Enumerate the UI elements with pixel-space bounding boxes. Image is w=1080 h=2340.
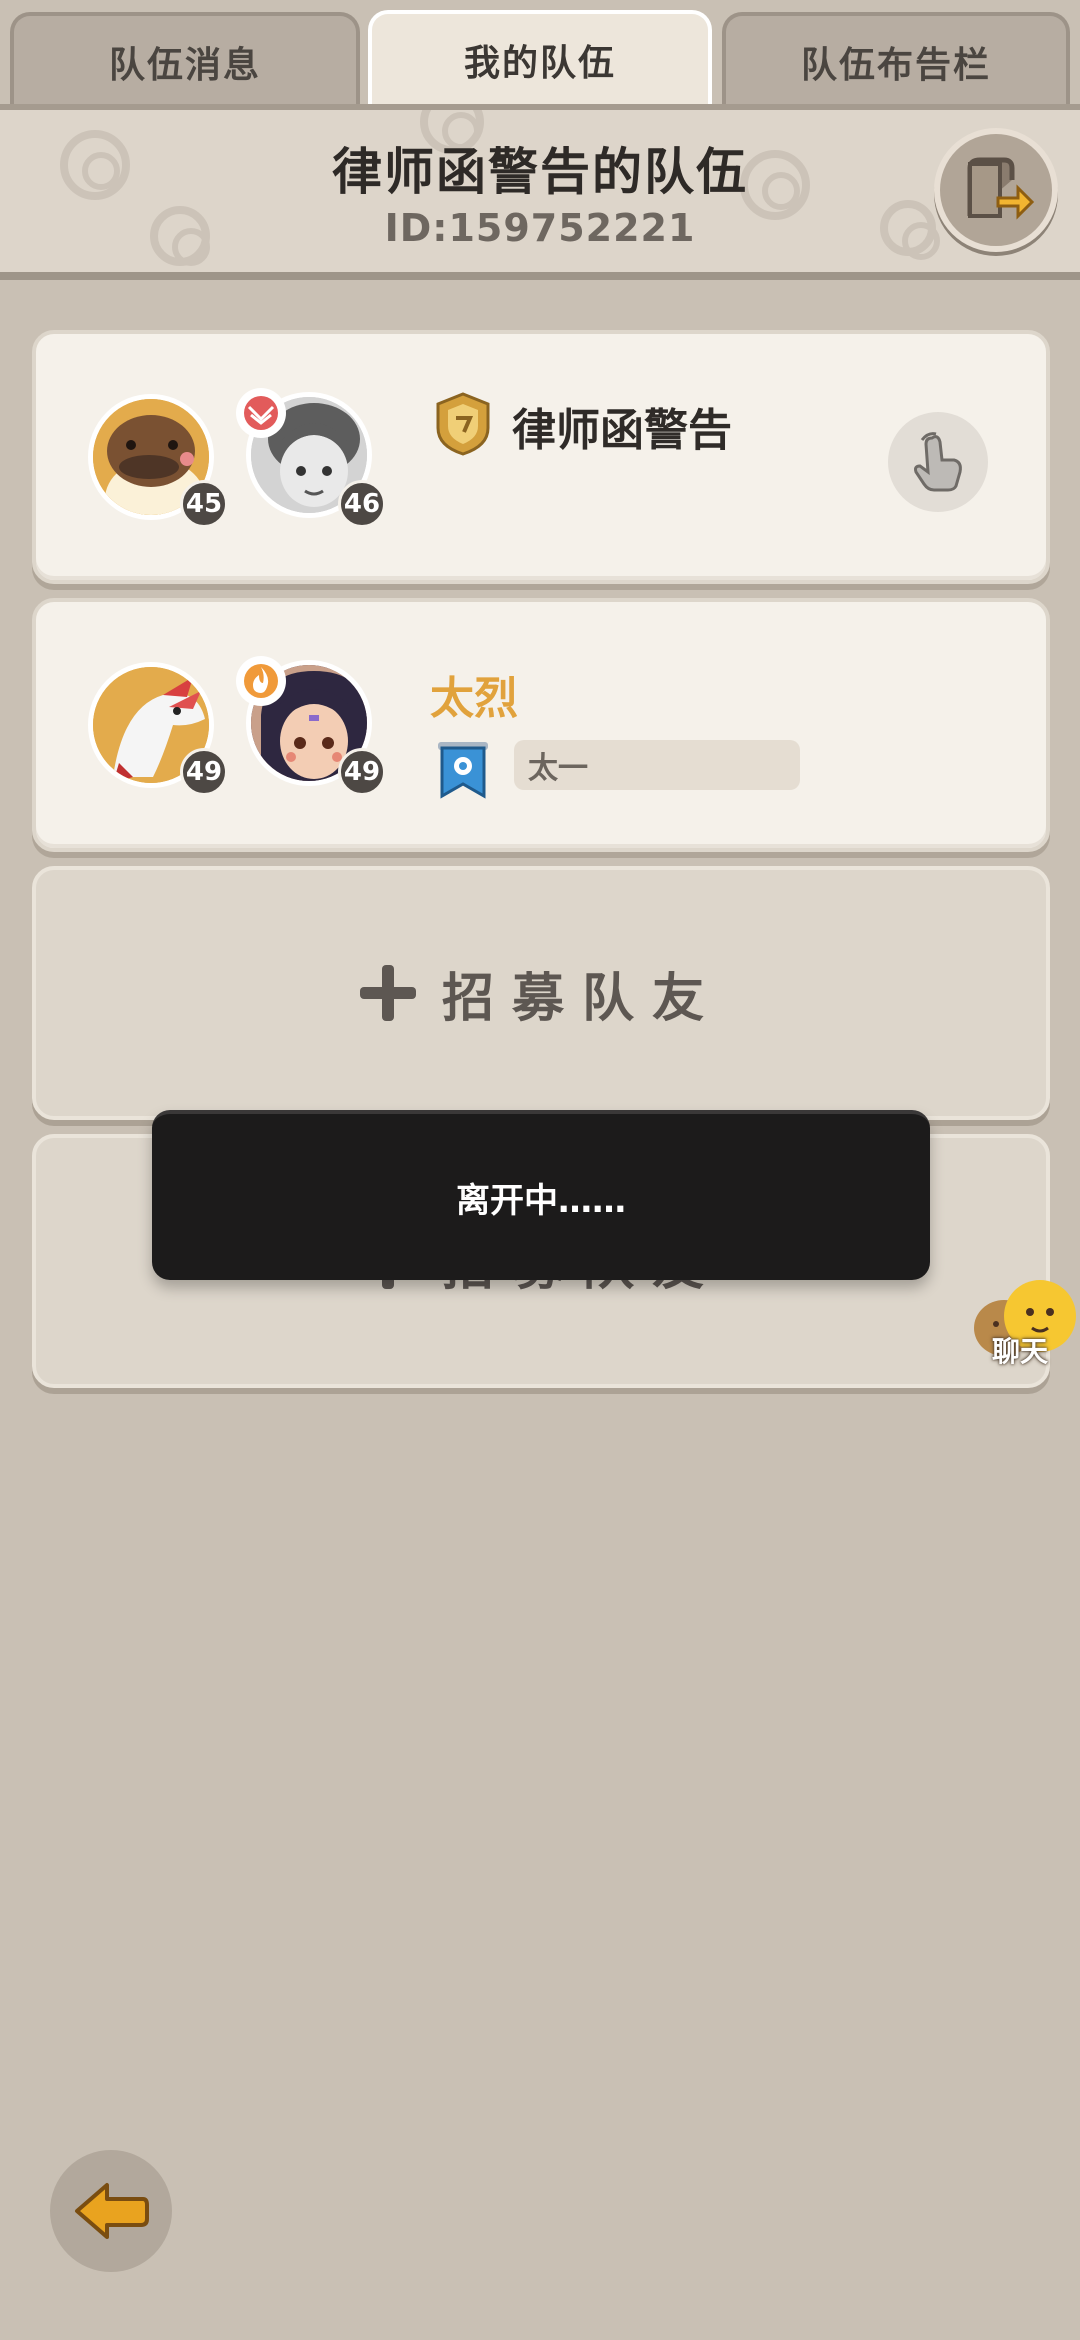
team-title: 律师函警告的队伍 [332, 143, 748, 201]
member-card[interactable]: 49 49 太烈 太一 [32, 598, 1050, 852]
plus-icon [359, 965, 416, 1021]
blue-banner-icon [438, 742, 488, 799]
recruit-slot[interactable]: 招募队友 [32, 866, 1050, 1120]
back-button[interactable] [50, 2150, 172, 2272]
recruit-label: 招募队友 [441, 968, 722, 1029]
member-name: 太烈 [430, 673, 518, 724]
team-id: ID:159752221 [384, 206, 696, 250]
player-level-badge: 49 [338, 748, 386, 796]
leave-team-button[interactable] [934, 128, 1058, 252]
red-wing-badge-icon [244, 396, 278, 430]
leaving-toast: 离开中…… [152, 1110, 930, 1280]
role-badge [236, 656, 286, 706]
gold-shield-badge-icon [436, 392, 490, 456]
tab-my-team[interactable]: 我的队伍 [368, 10, 712, 106]
role-badge [236, 388, 286, 438]
back-arrow-icon [75, 2183, 149, 2239]
member-name: 律师函警告 [512, 405, 732, 456]
chat-label: 聊天 [992, 1335, 1049, 1368]
interact-button[interactable] [888, 412, 988, 512]
tab-team-board[interactable]: 队伍布告栏 [722, 12, 1070, 108]
orange-flame-badge-icon [244, 664, 278, 698]
tab-team-messages[interactable]: 队伍消息 [10, 12, 360, 108]
tab-bar: 队伍消息 我的队伍 队伍布告栏 [0, 0, 1080, 110]
pet-level-badge: 45 [180, 480, 228, 528]
pet-level-badge: 49 [180, 748, 228, 796]
recruit-button[interactable]: 招募队友 [36, 870, 1046, 1116]
tap-hand-icon [914, 432, 962, 492]
member-card-leader[interactable]: 45 46 律师函警告 [32, 330, 1050, 584]
player-level-badge: 46 [338, 480, 386, 528]
chat-button[interactable]: 聊天 [968, 1272, 1080, 1372]
team-header: 律师函警告的队伍 ID:159752221 [0, 104, 1080, 280]
door-exit-icon [967, 157, 1035, 220]
member-tag: 太一 [514, 740, 800, 790]
team-page: 队伍消息 我的队伍 队伍布告栏 律师函警告的队伍 ID:159752221 45… [0, 0, 1080, 2340]
